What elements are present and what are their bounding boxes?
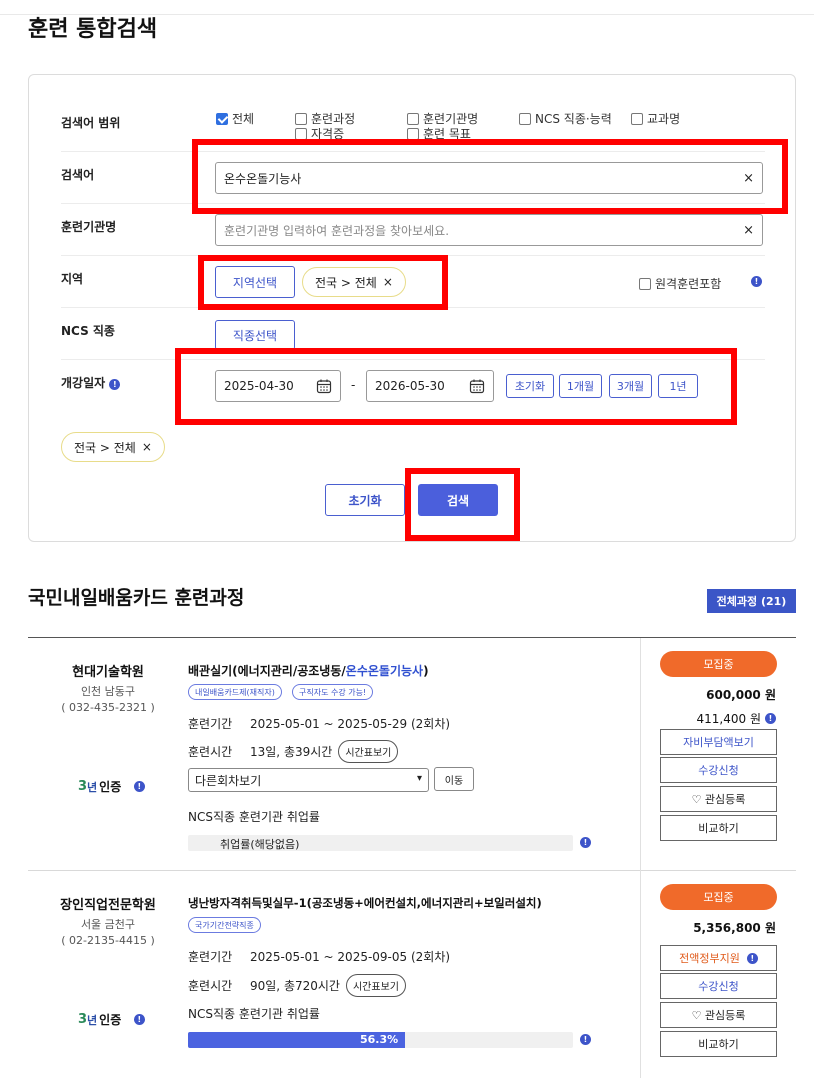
course-tag: 구직자도 수강 가능! xyxy=(292,684,374,700)
clear-icon[interactable]: × xyxy=(743,223,754,238)
highlight-box xyxy=(192,139,788,214)
column-divider xyxy=(640,871,641,1078)
institution-name[interactable]: 현대기술학원 xyxy=(28,661,188,680)
apply-button[interactable]: 수강신청 xyxy=(660,973,777,999)
close-icon[interactable]: × xyxy=(142,440,152,454)
self-pay-button[interactable]: 자비부담액보기 xyxy=(660,729,777,755)
checkbox-icon xyxy=(295,127,307,140)
status-badge: 모집중 xyxy=(660,651,777,677)
all-courses-button[interactable]: 전체과정 (21) xyxy=(707,589,796,613)
info-icon[interactable]: ! xyxy=(751,276,762,287)
compare-button[interactable]: 비교하기 xyxy=(660,1031,777,1057)
institution-name[interactable]: 장인직업전문학원 xyxy=(28,894,188,913)
compare-button[interactable]: 비교하기 xyxy=(660,815,777,841)
timetable-button[interactable]: 시간표보기 xyxy=(345,974,406,997)
results-section-title: 국민내일배움카드 훈련과정 xyxy=(28,587,245,609)
remote-training-checkbox[interactable]: 원격훈련포함 xyxy=(639,275,721,292)
course-title[interactable]: 냉난방자격취득및실무-1(공조냉동+에어컨설치,에너지관리+보일러설치) xyxy=(188,895,542,911)
scope-label: 검색어 범위 xyxy=(61,116,121,130)
timetable-button[interactable]: 시간표보기 xyxy=(338,740,399,763)
checkbox-icon xyxy=(295,112,307,125)
institution-location: 서울 금천구 xyxy=(80,918,136,931)
course-tag: 내일배움카드제(재직자) xyxy=(188,684,282,700)
institution-phone: ( 02-2135-4415 ) xyxy=(61,934,155,947)
status-badge: 모집중 xyxy=(660,884,777,910)
course-price: 5,356,800 원 xyxy=(693,921,776,935)
course-item: 현대기술학원 인천 남동구 ( 032-435-2321 ) 3 년 인증 ! 배관… xyxy=(28,638,796,871)
institution-label: 훈련기관명 xyxy=(61,220,117,234)
info-icon[interactable]: ! xyxy=(580,837,591,848)
highlight-box xyxy=(405,468,520,541)
round-select[interactable]: 다른회차보기 ▾ xyxy=(188,768,429,792)
checkbox-icon xyxy=(631,112,643,125)
page-title: 훈련 통합검색 xyxy=(28,17,158,42)
checkbox-icon xyxy=(407,127,419,140)
self-pay-price: 411,400 원! xyxy=(697,710,776,727)
institution-phone: ( 032-435-2321 ) xyxy=(61,701,155,714)
keyword-label: 검색어 xyxy=(61,168,95,182)
employment-bar: 취업률(해당없음) xyxy=(188,835,573,851)
selected-filter-chip[interactable]: 전국 > 전체 × xyxy=(61,432,165,462)
training-hours: 훈련시간 90일, 총720시간 시간표보기 xyxy=(188,974,406,997)
employment-label: NCS직종 훈련기관 취업률 xyxy=(188,810,320,824)
course-tag: 국가기간전략직종 xyxy=(188,917,261,933)
apply-button[interactable]: 수강신청 xyxy=(660,757,777,783)
ncs-label: NCS 직종 xyxy=(61,324,115,338)
certification-badge: 3 년 인증 ! xyxy=(78,1011,145,1028)
scope-checkbox-ncs[interactable]: NCS 직종·능력 xyxy=(519,110,612,127)
info-icon[interactable]: ! xyxy=(133,1014,145,1025)
highlight-box xyxy=(175,348,737,425)
training-period: 훈련기간 2025-05-01 ~ 2025-09-05 (2회차) xyxy=(188,950,451,964)
info-icon[interactable]: ! xyxy=(133,781,145,792)
ncs-select-button[interactable]: 직종선택 xyxy=(215,320,295,350)
move-button[interactable]: 이동 xyxy=(434,767,474,791)
favorite-button[interactable]: ♡ 관심등록 xyxy=(660,1002,777,1028)
checkbox-icon xyxy=(519,112,531,125)
info-icon[interactable]: ! xyxy=(580,1034,591,1045)
scope-checkbox-all[interactable]: 전체 xyxy=(216,110,254,127)
full-support-button[interactable]: 전액정부지원 ! xyxy=(660,945,777,971)
info-icon[interactable]: ! xyxy=(109,379,121,390)
certification-badge: 3 년 인증 ! xyxy=(78,778,145,795)
course-item: 장인직업전문학원 서울 금천구 ( 02-2135-4415 ) 3 년 인증 ! … xyxy=(28,871,796,1078)
highlight-box xyxy=(198,255,448,310)
course-title[interactable]: 배관실기(에너지관리/공조냉동/온수온돌기능사) xyxy=(188,662,429,679)
column-divider xyxy=(640,638,641,871)
institution-input[interactable]: 훈련기관명 입력하여 훈련과정을 찾아보세요. × xyxy=(215,214,763,246)
training-hours: 훈련시간 13일, 총39시간 시간표보기 xyxy=(188,740,399,763)
institution-location: 인천 남동구 xyxy=(80,685,136,698)
date-label: 개강일자 ! xyxy=(61,374,121,391)
checkbox-checked-icon xyxy=(216,112,228,125)
favorite-button[interactable]: ♡ 관심등록 xyxy=(660,786,777,812)
checkbox-icon xyxy=(407,112,419,125)
reset-button[interactable]: 초기화 xyxy=(325,484,405,516)
course-price: 600,000 원 xyxy=(706,688,776,702)
chevron-down-icon: ▾ xyxy=(416,773,422,784)
scope-checkbox-subject[interactable]: 교과명 xyxy=(631,110,680,127)
employment-bar: 56.3% xyxy=(188,1032,573,1048)
checkbox-icon xyxy=(639,277,651,290)
training-period: 훈련기간 2025-05-01 ~ 2025-05-29 (2회차) xyxy=(188,717,451,731)
region-label: 지역 xyxy=(61,272,84,286)
info-icon[interactable]: ! xyxy=(746,952,758,964)
employment-label: NCS직종 훈련기관 취업률 xyxy=(188,1007,320,1021)
info-icon[interactable]: ! xyxy=(765,713,776,724)
